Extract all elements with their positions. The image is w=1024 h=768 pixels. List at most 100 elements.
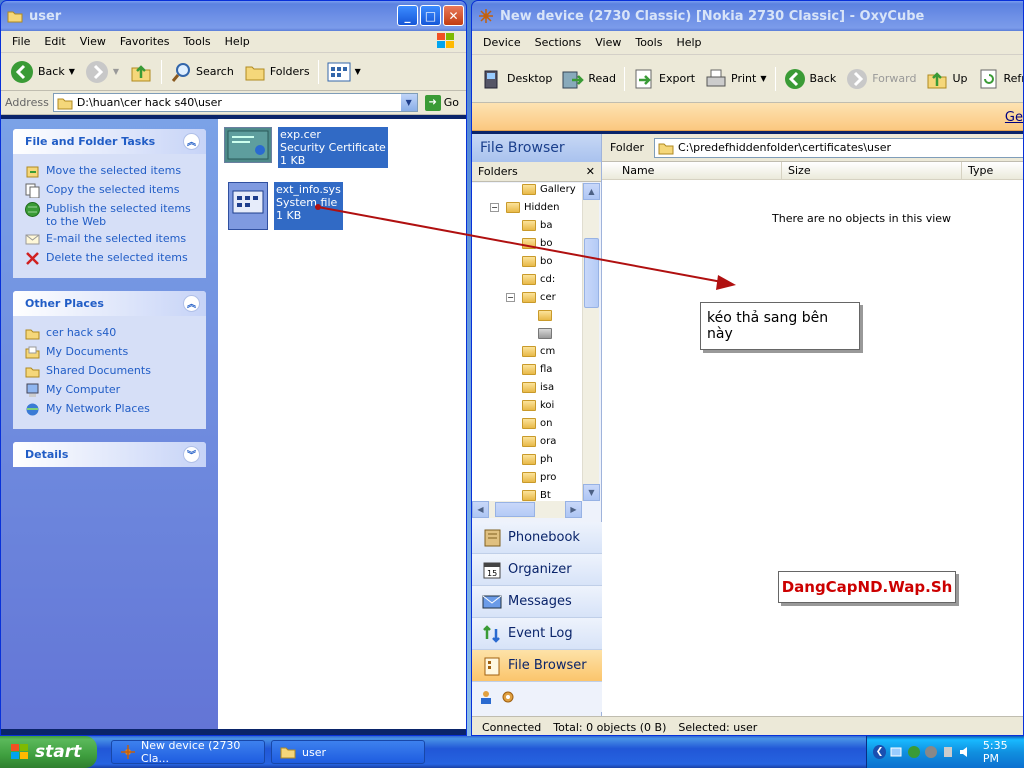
place-my-documents[interactable]: My Documents [25,345,198,360]
task-delete[interactable]: Delete the selected items [25,251,198,266]
globe-tray-icon[interactable] [907,745,920,759]
banner-link[interactable]: Ge [1005,110,1023,125]
configure-icon[interactable] [500,689,516,705]
back-button[interactable]: Back ▼ [5,58,80,86]
panel-header[interactable]: Other Places ︽ [13,291,206,316]
menu-view[interactable]: View [588,34,628,51]
collapse-chevron-icon[interactable]: ︽ [183,133,200,150]
search-button[interactable]: Search [165,59,239,85]
oxycube-titlebar[interactable]: New device (2730 Classic) [Nokia 2730 Cl… [472,1,1023,31]
tree-node[interactable]: Bt [522,490,551,501]
task-email[interactable]: E-mail the selected items [25,232,198,247]
tree-node[interactable]: koi [522,400,554,411]
place-my-network[interactable]: My Network Places [25,402,198,417]
oxy-back-button[interactable]: Back [779,66,842,92]
file-list[interactable]: exp.cer Security Certificate 1 KB ext_in… [218,119,466,729]
file-item-exp-cer[interactable]: exp.cer Security Certificate 1 KB [224,127,388,168]
nav-file-browser[interactable]: File Browser [472,650,602,682]
place-cer-hack[interactable]: cer hack s40 [25,326,198,341]
oxy-up-button[interactable]: Up [921,66,972,92]
tree-expander-icon[interactable]: − [506,293,515,302]
folder-tree[interactable]: Gallery − Hidden ba bo bo cd: − cer cm fla isa koi on… [472,183,582,501]
scroll-down-button[interactable]: ▼ [583,484,600,501]
menu-tools[interactable]: Tools [177,33,218,50]
refresh-button[interactable]: Refresh [973,66,1023,92]
folders-button[interactable]: Folders [239,59,315,85]
menu-help[interactable]: Help [218,33,257,50]
close-button[interactable]: ✕ [443,5,464,26]
nav-event-log[interactable]: Event Log [472,618,602,650]
file-item-ext-info[interactable]: ext_info.sys System file 1 KB [228,182,343,230]
column-name[interactable]: Name [602,162,782,179]
desktop-button[interactable]: Desktop [476,66,557,92]
tree-node[interactable]: − cer [506,292,556,303]
nav-messages[interactable]: Messages [472,586,602,618]
tree-node[interactable]: cm [522,346,555,357]
panel-header[interactable]: Details ︾ [13,442,206,467]
column-type[interactable]: Type [962,162,1023,179]
address-dropdown-button[interactable]: ▼ [400,94,417,111]
menu-file[interactable]: File [5,33,37,50]
go-button[interactable]: ➜ Go [422,94,462,111]
explorer-titlebar[interactable]: user _ □ ✕ [1,1,466,31]
hscroll-thumb[interactable] [495,502,535,517]
nav-organizer[interactable]: 15 Organizer [472,554,602,586]
taskbar-item-explorer[interactable]: user [271,740,425,764]
print-button[interactable]: Print ▼ [700,66,771,92]
tree-vscrollbar[interactable]: ▲ ▼ [582,183,600,501]
scroll-thumb[interactable] [584,238,599,308]
network-tray-icon[interactable] [890,745,903,759]
tree-expander-icon[interactable]: − [490,203,499,212]
expand-chevron-icon[interactable]: ︾ [183,446,200,463]
minimize-button[interactable]: _ [397,5,418,26]
column-size[interactable]: Size [782,162,962,179]
views-button[interactable]: ▼ [322,60,366,84]
menu-device[interactable]: Device [476,34,528,51]
scroll-right-button[interactable]: ▶ [565,501,582,518]
menu-help[interactable]: Help [669,34,708,51]
volume-icon[interactable] [958,745,971,759]
menu-edit[interactable]: Edit [37,33,72,50]
tray-chevron-icon[interactable]: ❮ [873,745,886,759]
task-copy[interactable]: Copy the selected items [25,183,198,198]
close-folders-icon[interactable]: ✕ [586,165,595,178]
tree-node[interactable]: Gallery [522,184,576,195]
nav-phonebook[interactable]: Phonebook [472,522,602,554]
maximize-button[interactable]: □ [420,5,441,26]
task-move[interactable]: Move the selected items [25,164,198,179]
scroll-up-button[interactable]: ▲ [583,183,600,200]
tree-node[interactable]: bo [522,238,552,249]
taskbar-item-oxycube[interactable]: New device (2730 Cla... [111,739,265,765]
place-my-computer[interactable]: My Computer [25,383,198,398]
tree-node[interactable]: ora [522,436,556,447]
menu-tools[interactable]: Tools [628,34,669,51]
usb-tray-icon[interactable] [941,745,954,759]
tree-node[interactable]: pro [522,472,556,483]
user-settings-icon[interactable] [478,689,494,705]
place-shared-documents[interactable]: Shared Documents [25,364,198,379]
tree-node[interactable]: ba [522,220,552,231]
panel-header[interactable]: File and Folder Tasks ︽ [13,129,206,154]
start-button[interactable]: start [0,736,97,768]
tree-node[interactable] [538,328,556,339]
tree-node[interactable]: isa [522,382,554,393]
tree-node[interactable]: on [522,418,552,429]
forward-button[interactable]: ▼ [80,58,124,86]
address-input[interactable]: D:\huan\cer hack s40\user ▼ [52,93,418,112]
collapse-chevron-icon[interactable]: ︽ [183,295,200,312]
up-button[interactable] [124,58,158,86]
read-button[interactable]: Read [557,66,621,92]
tree-hscrollbar[interactable]: ◀ ▶ [472,501,582,518]
menu-favorites[interactable]: Favorites [113,33,177,50]
tree-node[interactable]: ph [522,454,553,465]
tree-node[interactable]: − Hidden [490,202,559,213]
scroll-left-button[interactable]: ◀ [472,501,489,518]
menu-sections[interactable]: Sections [528,34,589,51]
task-publish[interactable]: Publish the selected items to the Web [25,202,198,228]
oxy-forward-button[interactable]: Forward [841,66,921,92]
security-tray-icon[interactable] [924,745,937,759]
tree-node[interactable]: bo [522,256,552,267]
tree-node[interactable]: cd: [522,274,555,285]
tree-node[interactable]: fla [522,364,552,375]
clock[interactable]: 5:35 PM [983,739,1024,765]
